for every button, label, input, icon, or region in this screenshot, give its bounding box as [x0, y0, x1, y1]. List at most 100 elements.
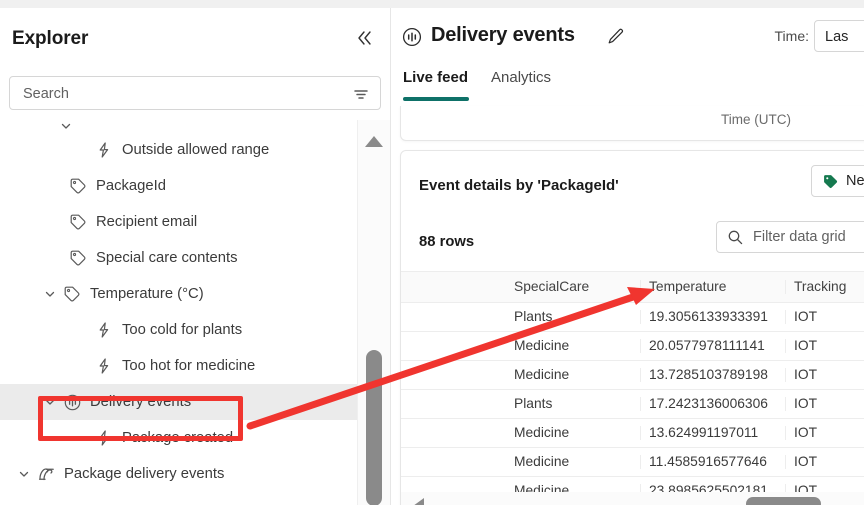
cell-temperature: 19.3056133933391 [641, 310, 786, 324]
cell-specialcare: Medicine [506, 455, 641, 469]
lightning-icon [94, 320, 114, 340]
filter-data-grid-input[interactable] [751, 228, 864, 246]
table-row[interactable]: Medicine 13.7285103789198 IOT [401, 361, 864, 390]
cell-temperature: 11.4585916577646 [641, 455, 786, 469]
cell-specialcare: Medicine [506, 368, 641, 382]
table-row[interactable]: Medicine 13.624991197011 IOT [401, 419, 864, 448]
sidebar-item-label: Temperature (°C) [90, 285, 204, 302]
active-tab-indicator [403, 97, 469, 101]
cell-specialcare: Medicine [506, 426, 641, 440]
broadcast-icon [62, 392, 82, 412]
cell-temperature: 13.624991197011 [641, 426, 786, 440]
sidebar-item-delivery-events[interactable]: Delivery events [0, 384, 357, 420]
explorer-title: Explorer [12, 28, 89, 49]
tree-row[interactable] [0, 120, 357, 132]
cell-temperature: 20.0577978111141 [641, 339, 786, 353]
cell-tracking: IOT [794, 368, 817, 382]
table-row[interactable]: Plants 19.3056133933391 IOT [401, 303, 864, 332]
sidebar-item-too-cold-for-plants[interactable]: Too cold for plants [0, 312, 357, 348]
tag-icon [78, 120, 98, 132]
sidebar-item-label: Delivery events [90, 393, 192, 410]
chevron-down-icon[interactable] [42, 394, 58, 410]
pencil-icon[interactable] [606, 27, 626, 47]
sidebar-item-label: Outside allowed range [122, 141, 270, 158]
explorer-tree: Outside allowed range PackageId Recipien… [0, 120, 357, 505]
filter-icon[interactable] [352, 85, 370, 103]
column-header-temperature[interactable]: Temperature [641, 280, 786, 294]
cell-specialcare: Medicine [506, 339, 641, 353]
new-button[interactable]: New [811, 165, 864, 197]
sidebar-item-label: PackageId [96, 177, 166, 194]
cell-specialcare: Plants [506, 397, 641, 411]
explorer-header: Explorer [0, 8, 390, 60]
time-range-select[interactable]: Las [814, 20, 864, 52]
main-panel: Delivery events Time: Las Live feed Anal… [391, 8, 864, 505]
cell-temperature: 17.2423136006306 [641, 397, 786, 411]
scrollbar-thumb[interactable] [746, 497, 821, 505]
sidebar-item-special-care-contents[interactable]: Special care contents [0, 240, 357, 276]
sidebar-item-outside-allowed-range[interactable]: Outside allowed range [0, 132, 357, 168]
stream-icon [36, 464, 56, 484]
time-range-label: Time: [774, 28, 809, 44]
scrollbar-thumb[interactable] [366, 350, 382, 505]
sidebar-item-label: Special care contents [96, 249, 238, 266]
sidebar-item-package-delivery-events[interactable]: Package delivery events [0, 456, 357, 492]
window-top-strip [0, 0, 864, 8]
cell-temperature: 13.7285103789198 [641, 368, 786, 382]
chart-card: Time (UTC) [400, 106, 864, 141]
column-header-tracking[interactable]: Tracking [786, 280, 864, 294]
search-input[interactable] [21, 77, 335, 111]
chevron-double-left-icon[interactable] [352, 26, 378, 50]
chevron-down-icon[interactable] [16, 466, 32, 482]
filter-data-grid-box[interactable] [716, 221, 864, 253]
chevron-down-icon[interactable] [58, 120, 74, 132]
sidebar-item-temperature[interactable]: Temperature (°C) [0, 276, 357, 312]
table-row[interactable]: Plants 17.2423136006306 IOT [401, 390, 864, 419]
event-details-card: Event details by 'PackageId' New 88 rows [400, 150, 864, 505]
tag-icon-green [822, 173, 839, 190]
sidebar-item-label: Too hot for medicine [122, 357, 256, 374]
cell-tracking: IOT [794, 455, 817, 469]
tag-icon [68, 248, 88, 268]
sidebar-item-label: Too cold for plants [122, 321, 243, 338]
tab-bar: Live feed Analytics [391, 70, 864, 106]
data-grid-header-row: SpecialCare Temperature Tracking [401, 272, 864, 303]
app-root: Explorer Search Outside allowed range Pa… [0, 0, 864, 505]
chart-xaxis-label: Time (UTC) [721, 112, 791, 127]
table-row[interactable]: Medicine 20.0577978111141 IOT [401, 332, 864, 361]
tag-icon [62, 284, 82, 304]
broadcast-icon [401, 26, 423, 48]
sidebar-item-recipient-email[interactable]: Recipient email [0, 204, 357, 240]
sidebar-item-package-created[interactable]: Package created [0, 420, 357, 456]
sidebar-item-label: Recipient email [96, 213, 198, 230]
tab-analytics[interactable]: Analytics [491, 70, 551, 85]
lightning-icon [94, 356, 114, 376]
lightning-icon [94, 140, 114, 160]
new-button-label: New [846, 172, 864, 189]
table-row[interactable]: Medicine 11.4585916577646 IOT [401, 448, 864, 477]
cell-specialcare: Plants [506, 310, 641, 324]
scroll-left-arrow-icon[interactable] [413, 498, 424, 505]
data-grid: SpecialCare Temperature Tracking Plants … [401, 271, 864, 505]
tag-icon [68, 176, 88, 196]
chevron-down-icon[interactable] [42, 286, 58, 302]
cell-tracking: IOT [794, 339, 817, 353]
sidebar-item-label: Package created [122, 429, 234, 446]
search-icon [727, 229, 744, 246]
lightning-icon [94, 428, 114, 448]
cell-tracking: IOT [794, 397, 817, 411]
time-range-value: Las [825, 29, 849, 45]
data-grid-horizontal-scrollbar[interactable] [401, 492, 864, 505]
rows-count: 88 rows [419, 234, 475, 250]
sidebar-item-too-hot-for-medicine[interactable]: Too hot for medicine [0, 348, 357, 384]
tag-icon [68, 212, 88, 232]
search-box[interactable] [9, 76, 381, 111]
tab-live-feed[interactable]: Live feed [403, 70, 468, 85]
explorer-vertical-scrollbar[interactable] [357, 120, 390, 505]
cell-tracking: IOT [794, 426, 817, 440]
page-title: Delivery events [431, 24, 575, 46]
sidebar-item-packageid[interactable]: PackageId [0, 168, 357, 204]
scroll-up-arrow-icon[interactable] [365, 136, 383, 147]
card-title: Event details by 'PackageId' [419, 177, 619, 194]
column-header-specialcare[interactable]: SpecialCare [506, 280, 641, 294]
